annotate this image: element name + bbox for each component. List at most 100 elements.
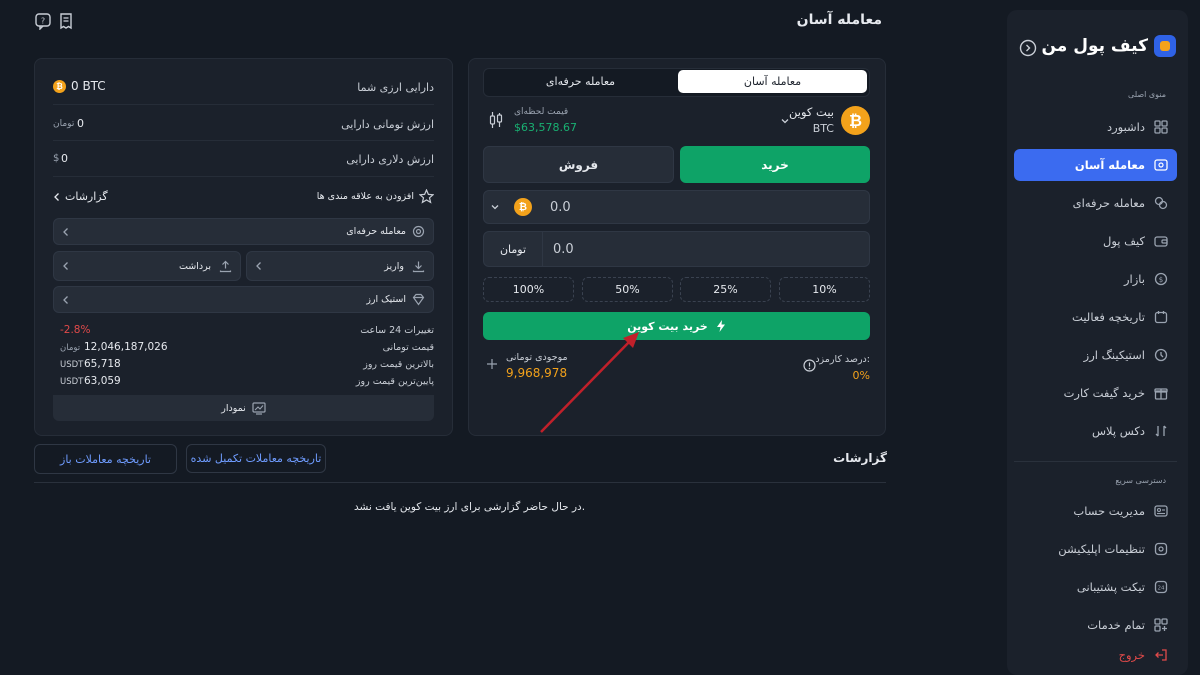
toman-amount-input[interactable]: 0.0 [553, 242, 574, 257]
brand-name: کیف پول من [1041, 36, 1148, 56]
pro-trade-shortcut-label: معامله حرفه‌ای [346, 226, 406, 237]
tab-easy-trade[interactable]: معامله آسان [678, 70, 867, 93]
sell-toggle-button[interactable]: فروش [483, 146, 674, 183]
staking-shortcut-label: استیک ارز [366, 294, 406, 305]
sidebar-item-dex-plus[interactable]: دکس پلاس [1014, 415, 1177, 447]
crypto-assets-label: دارایی ارزی شما [357, 81, 434, 94]
sidebar-item-label: تیکت پشتیبانی [1076, 580, 1145, 594]
row-divider [53, 140, 434, 141]
coin-symbol: BTC [812, 122, 834, 135]
open-trades-history-button[interactable]: تاریخچه معاملات باز [34, 444, 177, 474]
quick-access-heading: دسترسی سریع [1115, 476, 1166, 485]
sidebar-item-account[interactable]: مدیریت حساب [1014, 495, 1177, 527]
sidebar-item-label: معامله حرفه‌ای [1072, 196, 1145, 210]
sidebar-item-label: خرید گیفت کارت [1063, 386, 1145, 400]
sidebar-item-label: کیف پول [1102, 234, 1145, 248]
lightning-icon [716, 320, 726, 332]
percent-50-button[interactable]: 50% [582, 277, 673, 302]
main-menu-heading: منوی اصلی [1128, 90, 1166, 99]
star-icon [419, 189, 434, 204]
sidebar-divider [1014, 461, 1177, 462]
sidebar-item-dashboard[interactable]: داشبورد [1014, 111, 1177, 143]
stat-unit-toman: تومان [60, 343, 81, 353]
bitcoin-icon: ₿ [841, 106, 870, 135]
market-icon: $ [1153, 271, 1169, 287]
dollar-assets-value: 0 [61, 152, 68, 165]
history-icon [1153, 309, 1169, 325]
sidebar-item-label: داشبورد [1106, 120, 1145, 134]
stat-unit-usdt: USDT [60, 360, 84, 370]
live-price-value: $63,578.67 [514, 121, 577, 134]
sidebar-item-label: بازار [1123, 272, 1145, 286]
live-price-label: قیمت لحظه‌ای [514, 107, 569, 117]
favorites-label: افزودن به علاقه مندی ها [316, 191, 414, 202]
dashboard-icon [1153, 119, 1169, 135]
sidebar-item-pro-trade[interactable]: معامله حرفه‌ای [1014, 187, 1177, 219]
pro-trade-icon [412, 225, 425, 238]
sidebar-item-wallet[interactable]: کیف پول [1014, 225, 1177, 257]
stat-value-daily-high: 65,718 [84, 358, 121, 370]
staking-shortcut[interactable]: استیک ارز [53, 286, 434, 313]
support-icon: 24 [1153, 579, 1169, 595]
percent-10-button[interactable]: 10% [779, 277, 870, 302]
stat-value-toman-price: 12,046,187,026 [84, 341, 168, 353]
crypto-assets-value: 0 BTC [71, 79, 106, 93]
percent-100-button[interactable]: 100% [483, 277, 574, 302]
bitcoin-icon: ₿ [514, 198, 532, 216]
chevron-down-icon[interactable] [780, 116, 790, 126]
completed-trades-history-button[interactable]: تاریخچه معاملات تکمیل شده [186, 444, 326, 473]
svg-text:$: $ [1159, 276, 1163, 284]
fee-label: درصد کارمزد: [815, 354, 870, 365]
coin-name[interactable]: بیت کوین [789, 105, 834, 119]
sidebar-item-support-ticket[interactable]: 24 تیکت پشتیبانی [1014, 571, 1177, 603]
wallet-icon [1153, 233, 1169, 249]
stat-label-daily-low: پایین‌ترین قیمت روز [355, 376, 434, 387]
row-divider [53, 104, 434, 105]
help-icon[interactable]: ? [34, 12, 52, 30]
sidebar-item-logout[interactable]: خروج [1014, 641, 1177, 669]
receipt-icon[interactable] [57, 12, 75, 30]
toman-unit: تومان [53, 119, 75, 129]
dex-plus-icon [1153, 423, 1169, 439]
collapse-sidebar-icon[interactable] [1019, 39, 1037, 57]
buy-toggle-button[interactable]: خرید [680, 146, 870, 183]
chart-button-label: نمودار [221, 402, 246, 414]
deposit-button[interactable]: واریز [246, 251, 434, 281]
chevron-down-icon[interactable] [490, 202, 500, 212]
brand-logo [1154, 35, 1176, 57]
sidebar-item-activity-history[interactable]: تاریخچه فعالیت [1014, 301, 1177, 333]
add-balance-icon[interactable] [486, 358, 498, 370]
sidebar-item-market[interactable]: $ بازار [1014, 263, 1177, 295]
sidebar-item-label: استیکینگ ارز [1083, 348, 1145, 362]
sidebar-item-easy-trade[interactable]: معامله آسان [1014, 149, 1177, 181]
add-to-favorites-button[interactable]: افزودن به علاقه مندی ها [317, 189, 434, 204]
download-icon [412, 260, 425, 273]
page-title: معامله آسان [796, 12, 882, 28]
stat-unit-usdt: USDT [60, 377, 84, 387]
info-icon[interactable] [803, 359, 816, 372]
chart-button[interactable]: نمودار [53, 395, 434, 421]
svg-text:?: ? [41, 17, 45, 26]
sidebar-item-staking[interactable]: استیکینگ ارز [1014, 339, 1177, 371]
toman-amount-field[interactable]: تومان 0.0 [483, 231, 870, 267]
buy-label: خرید [761, 157, 789, 172]
tab-label: معامله آسان [743, 75, 802, 88]
reports-title: گزارشات [833, 451, 887, 465]
diamond-icon [412, 293, 425, 306]
reports-link[interactable]: گزارشات [53, 190, 108, 203]
tab-pro-trade[interactable]: معامله حرفه‌ای [486, 70, 675, 93]
withdraw-button[interactable]: برداشت [53, 251, 241, 281]
crypto-amount-input[interactable]: 0.0 [550, 200, 571, 215]
chevron-left-icon [62, 227, 70, 237]
crypto-amount-field[interactable]: ₿ 0.0 [483, 190, 870, 224]
percent-25-button[interactable]: 25% [680, 277, 771, 302]
sidebar-item-all-services[interactable]: تمام خدمات [1014, 609, 1177, 641]
pro-trade-shortcut[interactable]: معامله حرفه‌ای [53, 218, 434, 245]
easy-trade-icon [1153, 157, 1169, 173]
sidebar-item-label: تاریخچه فعالیت [1072, 310, 1145, 324]
sidebar-item-app-settings[interactable]: تنظیمات اپلیکیشن [1014, 533, 1177, 565]
row-divider [53, 176, 434, 177]
sidebar-item-label: دکس پلاس [1091, 424, 1145, 438]
reports-link-label: گزارشات [65, 190, 108, 203]
sidebar-item-gift-card[interactable]: خرید گیفت کارت [1014, 377, 1177, 409]
